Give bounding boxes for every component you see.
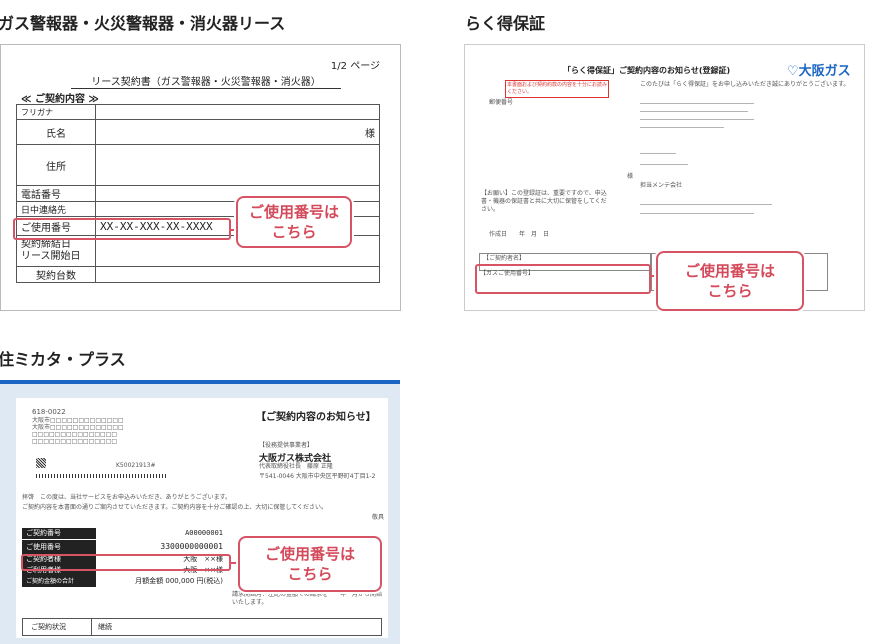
sumi-doc-title: 【ご契約内容のお知らせ】 — [256, 412, 376, 423]
row-label: ご使用番号 — [22, 540, 96, 554]
postal-label: 郵便番号 — [489, 99, 514, 106]
callout-line-1: ご使用番号は — [684, 262, 775, 280]
section-title-sumi: 住ミカタ・プラス — [0, 350, 126, 369]
callout-line-2: こちら — [271, 223, 317, 241]
table-row: 氏名様 — [16, 119, 380, 145]
contract-status-row: ご契約状況 継続 — [22, 618, 382, 636]
callout-line-2: こちら — [707, 282, 753, 300]
sama-label: 様 — [627, 173, 634, 180]
postal-code: 618-0022 — [32, 408, 66, 416]
barcode-icon — [36, 474, 166, 478]
callout-line-1: ご使用番号は — [248, 203, 339, 221]
row-value: A00000001 — [185, 529, 223, 537]
row-label: 電話番号 — [16, 185, 96, 202]
page-number: 1/2 ページ — [330, 61, 380, 72]
contract-heading: ≪ ご契約内容 ≫ — [21, 94, 99, 105]
usage-number-highlight: 【ガスご使用番号】 — [475, 264, 651, 294]
qr-code-icon — [36, 458, 46, 468]
usage-number-highlight — [21, 554, 231, 571]
section-title-raku: らく得保証 — [465, 14, 546, 33]
usage-number-label: 【ガスご使用番号】 — [480, 270, 535, 277]
brand-mark-icon: ♡ — [787, 64, 799, 79]
usage-number-value: 3300000000001 — [160, 542, 223, 551]
billing-start-note: 請求開始月：左記の金額での請求を 年 月から開始いたします。 — [232, 591, 383, 606]
table-row: 契約台数 — [16, 266, 380, 283]
row-value: 月額金額 000,000 円(税込) — [135, 577, 223, 585]
raku-doc-title: 「らく得保証」ご契約内容のお知らせ(登録証) — [563, 66, 731, 75]
usage-number-callout: ご使用番号は こちら — [238, 536, 382, 592]
row-label: 日中連絡先 — [16, 201, 96, 217]
request-note: 【お願い】この登録証は、重要ですので、申込書・機器の保証書と共に大切に保管をして… — [481, 190, 607, 213]
greeting-line-1: 拝啓 この度は、当社サービスをお申込みいただき、ありがとうございます。 — [22, 494, 231, 501]
tanto-label: 担当メンテ会社 — [640, 182, 683, 189]
status-value: 継続 — [98, 623, 112, 631]
gas-lease-document: 1/2 ページ リース契約書（ガス警報器・火災警報器・消火器） ≪ ご契約内容 … — [0, 44, 401, 311]
osaka-gas-logo: ♡大阪ガス — [787, 64, 851, 79]
row-label: フリガナ — [16, 104, 96, 120]
status-label: ご契約状況 — [23, 619, 92, 635]
row-label: 契約台数 — [16, 266, 96, 283]
table-row: 住所 — [16, 144, 380, 186]
barcode-code: K50021913# — [116, 462, 156, 469]
usage-number-callout: ご使用番号は こちら — [656, 251, 804, 311]
sumi-document: 618-0022 大阪市□□□□□□□□□□□□□ 大阪市□□□□□□□□□□□… — [16, 398, 388, 638]
row-label: 氏名 — [16, 119, 96, 145]
callout-line-1: ご使用番号は — [264, 545, 355, 563]
sumi-document-frame: 618-0022 大阪市□□□□□□□□□□□□□ 大阪市□□□□□□□□□□□… — [0, 380, 400, 644]
date-label: 作成日 年 月 日 — [489, 231, 550, 238]
notice-box: 本書面および契約約款の内容を十分にお読みください。 — [505, 80, 609, 98]
keigu: 敬具 — [372, 514, 385, 521]
row-label: 住所 — [16, 144, 96, 186]
row-label: ご契約番号 — [22, 528, 96, 539]
table-row: ご契約金額の合計 月額金額 000,000 円(税込) — [22, 576, 227, 587]
row-label: ご契約金額の合計 — [22, 576, 96, 587]
section-title-gas-lease: ガス警報器・火災警報器・消火器リース — [0, 14, 286, 33]
row-label: 契約締結日 リース開始日 — [16, 235, 96, 267]
provider-label: 【役務提供事業者】 — [259, 442, 314, 449]
usage-number-callout: ご使用番号は こちら — [236, 196, 352, 248]
greeting-line-2: ご契約内容を本書面の通りご案内させていただきます。ご契約内容を十分ご確認の上、大… — [22, 504, 328, 511]
lease-doc-title: リース契約書（ガス警報器・火災警報器・消火器） — [71, 73, 341, 89]
name-suffix: 様 — [95, 119, 380, 145]
table-row: ご使用番号 3300000000001 — [22, 540, 227, 554]
table-row: ご契約番号 A00000001 — [22, 528, 227, 540]
callout-line-2: こちら — [287, 565, 333, 583]
company-address: 〒541-0046 大阪市中央区平野町4丁目1-2 — [259, 473, 376, 480]
usage-number-highlight — [13, 218, 231, 240]
raku-body-text: このたびは「らく得保証」をお申し込みいただき誠にありがとうございます。 — [640, 81, 850, 88]
table-row: フリガナ — [16, 104, 380, 120]
representative: 代表取締役社長 藤原 正隆 — [259, 463, 333, 470]
contract-table: フリガナ 氏名様 住所 電話番号 日中連絡先 ご使用番号 XX-XX-XXX-XX… — [16, 104, 380, 283]
